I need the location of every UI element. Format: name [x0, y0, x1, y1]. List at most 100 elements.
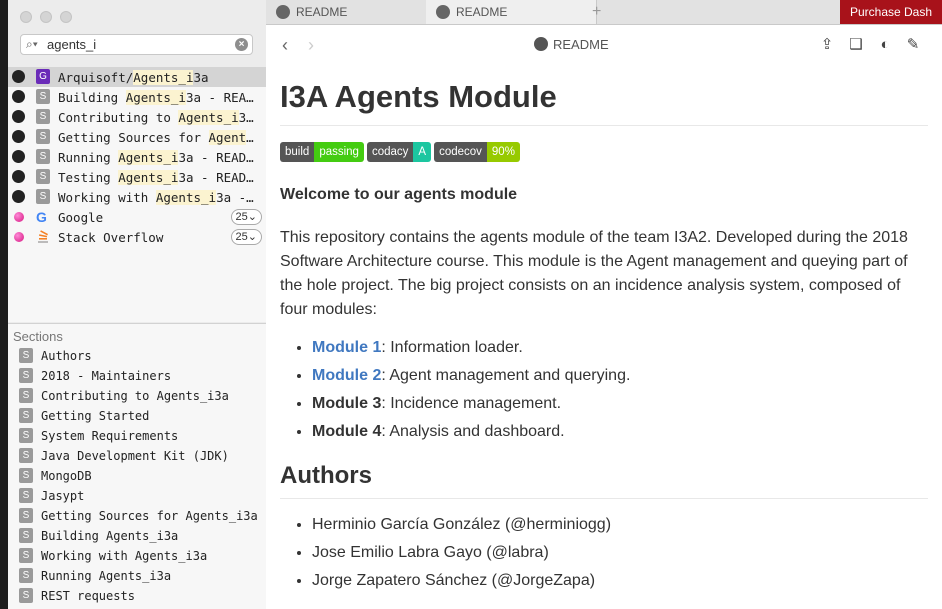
back-chevron-icon[interactable]: ‹ — [282, 35, 288, 56]
result-item[interactable]: G Arquisoft/Agents_i3a — [8, 67, 266, 87]
module-link[interactable]: Module 1 — [312, 339, 381, 356]
section-label: REST requests — [41, 589, 135, 603]
result-label: Building Agents_i3a - REA… — [58, 90, 254, 105]
doctype-icon: G — [36, 69, 50, 84]
github-icon — [534, 37, 548, 51]
github-icon — [12, 90, 25, 103]
zoom-window-button[interactable] — [60, 11, 72, 23]
result-label: Arquisoft/Agents_i3a — [58, 70, 209, 85]
section-item[interactable]: S Working with Agents_i3a — [8, 546, 266, 566]
search-icon[interactable]: ⌕▾ — [26, 37, 38, 52]
section-item[interactable]: S System Requirements — [8, 426, 266, 446]
github-icon — [12, 130, 25, 143]
page-title: I3A Agents Module — [280, 79, 928, 126]
badge-row: build passing codacy Acodecov 90% — [280, 142, 928, 162]
search-results: G Arquisoft/Agents_i3a S Building Agents_i3… — [8, 67, 266, 322]
github-icon — [436, 5, 450, 19]
section-item[interactable]: S Getting Sources for Agents_i3a — [8, 506, 266, 526]
new-tab-button[interactable]: + — [592, 0, 601, 24]
section-icon: S — [19, 548, 33, 563]
module-item: Module 4: Analysis and dashboard. — [312, 422, 928, 442]
module-name: Module 4 — [312, 423, 382, 440]
share-icon[interactable]: ⇪ — [818, 36, 836, 54]
modules-list: Module 1: Information loader. Module 2: A… — [280, 338, 928, 442]
google-icon: G — [36, 209, 47, 225]
section-label: Getting Started — [41, 409, 150, 423]
result-label: Google — [58, 210, 104, 225]
result-label: Working with Agents_i3a -… — [58, 190, 254, 205]
result-item[interactable]: S Running Agents_i3a - READ… — [8, 147, 266, 167]
result-item[interactable]: S Building Agents_i3a - REA… — [8, 87, 266, 107]
module-item: Module 3: Incidence management. — [312, 394, 928, 414]
section-item[interactable]: S Contributing to Agents_i3a — [8, 386, 266, 406]
contrast-icon[interactable]: ◐ — [876, 36, 894, 54]
toolbar-title: README — [534, 37, 609, 52]
section-icon: S — [19, 588, 33, 603]
author-item: Jose Emilio Labra Gayo (@labra) — [312, 543, 928, 563]
purchase-dash-button[interactable]: Purchase Dash — [840, 0, 942, 24]
github-icon — [12, 70, 25, 83]
result-item[interactable]: S Contributing to Agents_i3… — [8, 107, 266, 127]
clear-search-icon[interactable]: × — [235, 38, 248, 51]
module-item: Module 2: Agent management and querying. — [312, 366, 928, 386]
sections-heading: Sections — [13, 329, 63, 344]
section-icon: S — [19, 508, 33, 523]
tab-readme-2[interactable]: README — [426, 0, 597, 24]
section-item[interactable]: S Jasypt — [8, 486, 266, 506]
status-badge[interactable]: build passing — [280, 142, 364, 162]
section-label: Getting Sources for Agents_i3a — [41, 509, 258, 523]
module-link[interactable]: Module 2 — [312, 367, 381, 384]
authors-heading: Authors — [280, 462, 928, 499]
result-count-badge[interactable]: 25⌄ — [230, 209, 262, 225]
search-box: ⌕▾ × — [20, 34, 253, 55]
search-input[interactable] — [47, 36, 227, 53]
minimize-window-button[interactable] — [40, 11, 52, 23]
section-icon: S — [19, 388, 33, 403]
forward-chevron-icon[interactable]: › — [308, 35, 314, 56]
result-label: Running Agents_i3a - READ… — [58, 150, 254, 165]
section-item[interactable]: S Java Development Kit (JDK) — [8, 446, 266, 466]
section-label: Contributing to Agents_i3a — [41, 389, 229, 403]
result-stack-overflow[interactable]: Stack Overflow 25⌄ — [8, 227, 266, 247]
result-label: Getting Sources for Agent… — [58, 130, 254, 145]
section-item[interactable]: S Building Agents_i3a — [8, 526, 266, 546]
close-window-button[interactable] — [20, 11, 32, 23]
section-item[interactable]: S Getting Started — [8, 406, 266, 426]
result-count-badge[interactable]: 25⌄ — [230, 229, 262, 245]
section-icon: S — [19, 368, 33, 383]
section-label: System Requirements — [41, 429, 179, 443]
github-icon — [12, 110, 25, 123]
section-item[interactable]: S Running Agents_i3a — [8, 566, 266, 586]
result-item[interactable]: S Testing Agents_i3a - READ… — [8, 167, 266, 187]
author-item: Jorge Zapatero Sánchez (@JorgeZapa) — [312, 571, 928, 591]
doctype-icon: S — [36, 149, 50, 164]
section-icon: S — [19, 428, 33, 443]
status-badge[interactable]: codecov 90% — [434, 142, 520, 162]
section-icon: S — [19, 488, 33, 503]
author-item: Herminio García González (@herminiogg) — [312, 515, 928, 535]
result-google[interactable]: G Google 25⌄ — [8, 207, 266, 227]
doctype-icon: S — [36, 169, 50, 184]
stack-overflow-icon — [38, 230, 49, 243]
section-label: Running Agents_i3a — [41, 569, 172, 583]
result-label: Stack Overflow — [58, 230, 164, 245]
sidebar: ⌕▾ × G Arquisoft/Agents_i3a S Building Agen… — [8, 0, 267, 609]
section-label: Working with Agents_i3a — [41, 549, 208, 563]
section-item[interactable]: S 2018 - Maintainers — [8, 366, 266, 386]
annotate-icon[interactable]: ✎ — [904, 36, 922, 54]
section-item[interactable]: S Authors — [8, 346, 266, 366]
section-item[interactable]: S MongoDB — [8, 466, 266, 486]
doctype-icon: S — [36, 129, 50, 144]
section-icon: S — [19, 468, 33, 483]
welcome-heading: Welcome to our agents module — [280, 186, 518, 203]
section-item[interactable]: S REST requests — [8, 586, 266, 606]
section-label: Java Development Kit (JDK) — [41, 449, 229, 463]
authors-list: Herminio García González (@herminiogg) Jo… — [280, 515, 928, 591]
section-icon: S — [19, 568, 33, 583]
section-icon: S — [19, 348, 33, 363]
tab-readme-1[interactable]: README — [274, 0, 427, 24]
book-icon[interactable]: ❑ — [847, 36, 865, 54]
result-item[interactable]: S Working with Agents_i3a -… — [8, 187, 266, 207]
result-item[interactable]: S Getting Sources for Agent… — [8, 127, 266, 147]
status-badge[interactable]: codacy A — [366, 142, 432, 162]
